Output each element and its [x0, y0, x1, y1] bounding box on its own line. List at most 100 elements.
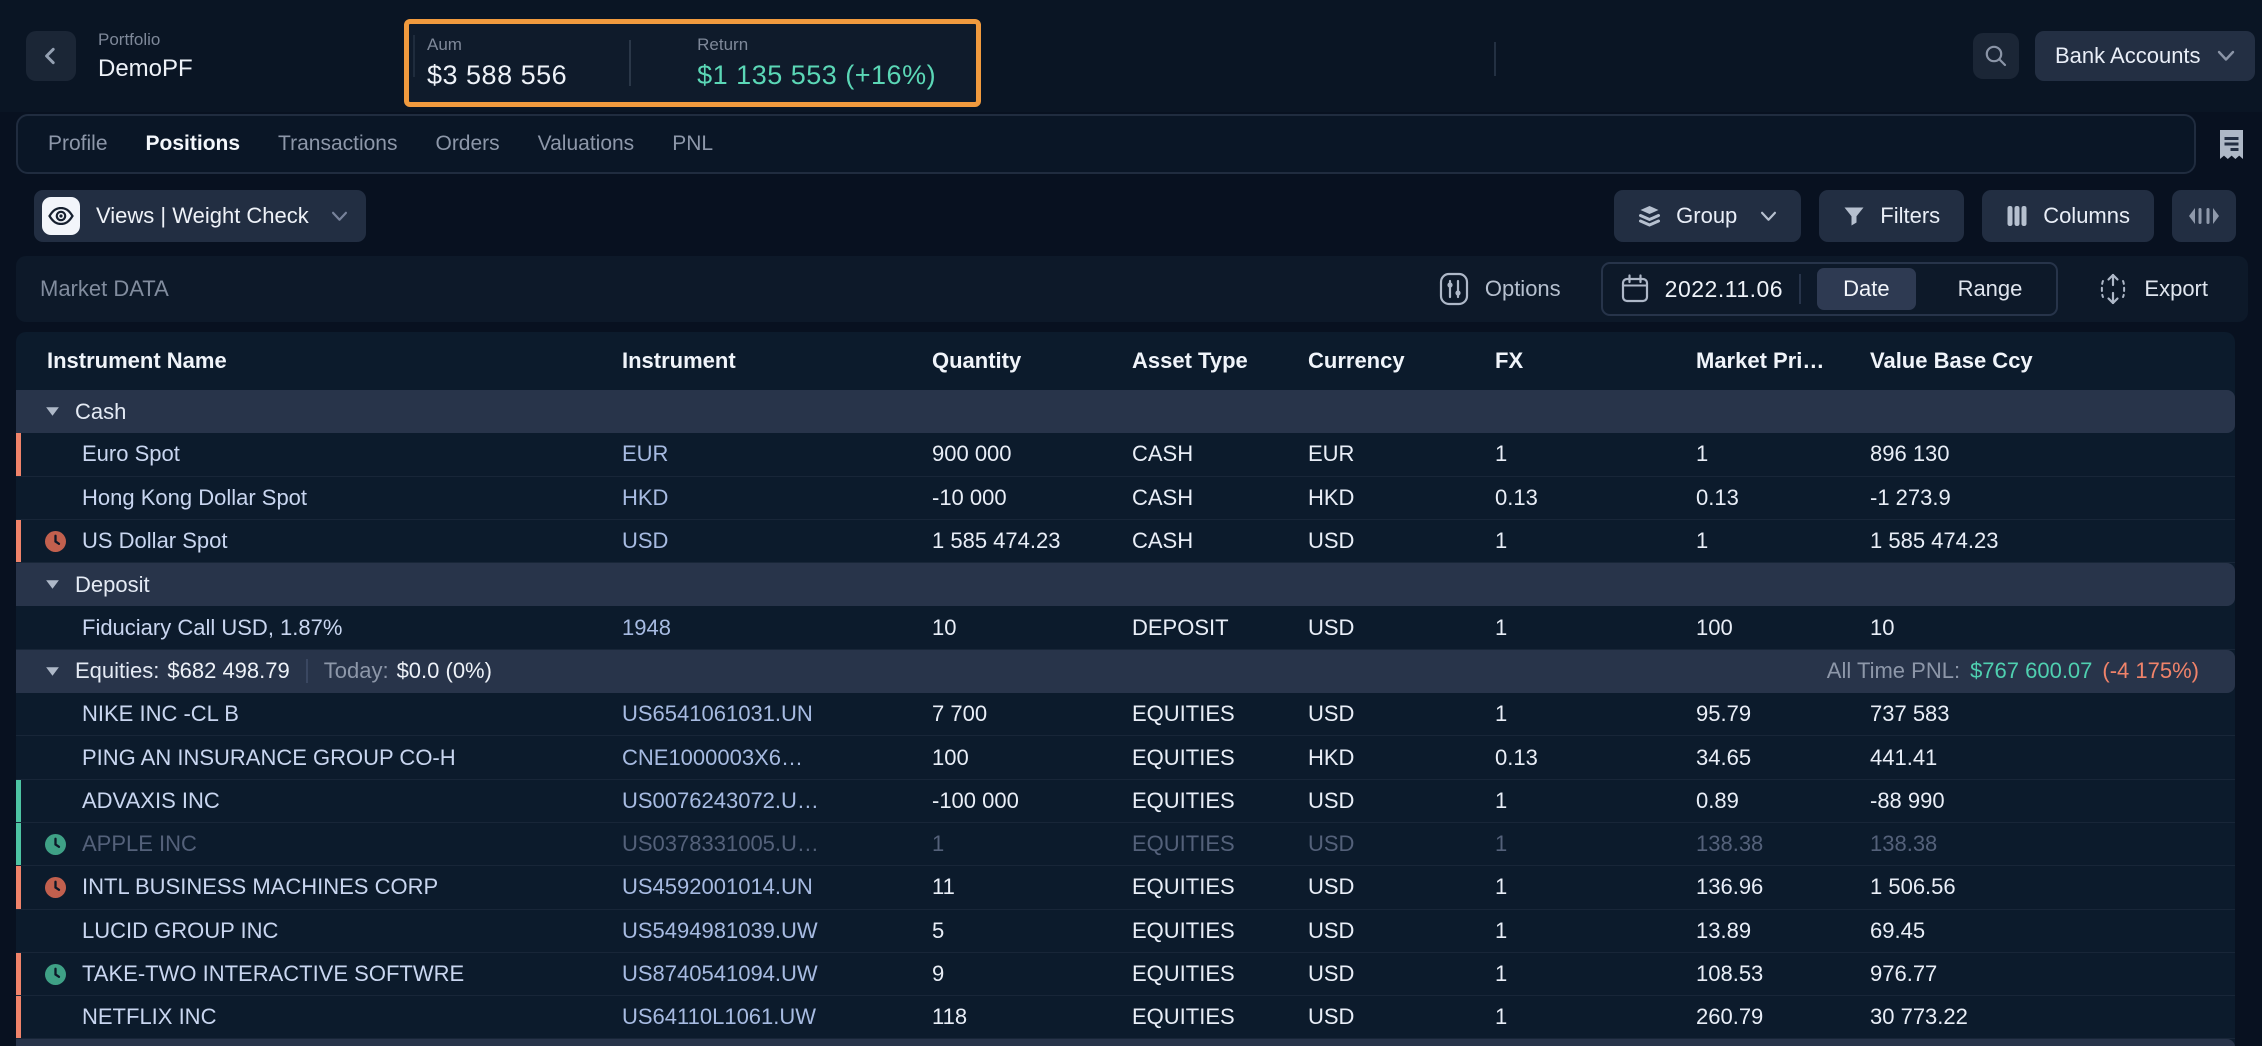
currency-cell: USD: [1308, 788, 1495, 814]
columns-button[interactable]: Columns: [1982, 190, 2154, 242]
row-accent-bar: [16, 520, 21, 562]
tab-positions[interactable]: Positions: [146, 132, 241, 156]
collapse-expand-icon: [2186, 205, 2222, 227]
fx-cell: 0.13: [1495, 745, 1696, 771]
date-toggle[interactable]: Date: [1817, 268, 1915, 310]
quantity-cell: -100 000: [932, 788, 1132, 814]
filters-button[interactable]: Filters: [1819, 190, 1964, 242]
fx-cell: 1: [1495, 788, 1696, 814]
asset-type-cell: EQUITIES: [1132, 874, 1308, 900]
instrument-name: US Dollar Spot: [82, 528, 228, 554]
calendar-icon: [1621, 274, 1649, 304]
table-row[interactable]: LUCID GROUP INCUS5494981039.UW5EQUITIESU…: [16, 910, 2235, 953]
portfolio-name: DemoPF: [98, 55, 193, 83]
options-button[interactable]: Options: [1433, 271, 1567, 307]
columns-icon: [2006, 205, 2028, 227]
bank-accounts-dropdown[interactable]: Bank Accounts: [2035, 31, 2255, 81]
range-toggle[interactable]: Range: [1932, 268, 2049, 310]
instrument-name: TAKE-TWO INTERACTIVE SOFTWRE: [82, 961, 464, 987]
fx-cell: 1: [1495, 874, 1696, 900]
column-header[interactable]: Market Pri…: [1696, 348, 1870, 374]
group-label: Equities:: [75, 658, 159, 684]
return-label: Return: [697, 35, 936, 55]
table-row[interactable]: NIKE INC -CL BUS6541061031.UN7 700EQUITI…: [16, 693, 2235, 736]
currency-cell: USD: [1308, 615, 1495, 641]
caret-down-icon[interactable]: [44, 405, 61, 418]
date-value[interactable]: 2022.11.06: [1665, 276, 1783, 303]
receipt-icon[interactable]: [2218, 129, 2245, 168]
asset-type-cell: EQUITIES: [1132, 701, 1308, 727]
column-header[interactable]: Asset Type: [1132, 348, 1308, 374]
table-row[interactable]: NETFLIX INCUS64110L1061.UW118EQUITIESUSD…: [16, 996, 2235, 1039]
views-dropdown[interactable]: Views | Weight Check: [34, 190, 366, 242]
asset-type-cell: EQUITIES: [1132, 788, 1308, 814]
pnl-percent: (-4 175%): [2102, 658, 2199, 684]
table-row[interactable]: Euro SpotEUR900 000CASHEUR11896 130: [16, 433, 2235, 476]
table-body: CashEuro SpotEUR900 000CASHEUR11896 130 H…: [16, 390, 2235, 1046]
instrument-name-cell: LUCID GROUP INC: [16, 910, 622, 952]
table-row[interactable]: ADVAXIS INCUS0076243072.U…-100 000EQUITI…: [16, 780, 2235, 823]
row-accent-bar: [16, 866, 21, 908]
back-button[interactable]: [26, 31, 76, 81]
market-price-cell: 1: [1696, 441, 1870, 467]
currency-cell: USD: [1308, 874, 1495, 900]
column-header[interactable]: Value Base Ccy: [1870, 348, 2235, 374]
asset-type-cell: CASH: [1132, 485, 1308, 511]
instrument-name: APPLE INC: [82, 831, 197, 857]
column-header[interactable]: Instrument: [622, 348, 932, 374]
table-row[interactable]: PING AN INSURANCE GROUP CO-HCNE1000003X6…: [16, 736, 2235, 779]
caret-down-icon[interactable]: [44, 665, 61, 678]
fx-cell: 1: [1495, 1004, 1696, 1030]
currency-cell: USD: [1308, 1004, 1495, 1030]
fx-cell: 1: [1495, 528, 1696, 554]
instrument-cell: US8740541094.UW: [622, 961, 932, 987]
market-data-toolbar: Market DATA Options 2022.11.06 Date Rang…: [16, 256, 2248, 322]
tab-pnl[interactable]: PNL: [672, 132, 713, 156]
aum-kpi: Aum $3 588 556: [409, 35, 567, 91]
table-row[interactable]: APPLE INCUS0378331005.U…1EQUITIESUSD1138…: [16, 823, 2235, 866]
instrument-name-cell: TAKE-TWO INTERACTIVE SOFTWRE: [16, 953, 622, 995]
group-row[interactable]: Deposit: [16, 563, 2235, 606]
group-button[interactable]: Group: [1614, 190, 1801, 242]
value-base-ccy-cell: -1 273.9: [1870, 485, 2235, 511]
instrument-cell: HKD: [622, 485, 932, 511]
column-header[interactable]: FX: [1495, 348, 1696, 374]
layers-icon: [1638, 205, 1661, 227]
clock-icon: [45, 834, 66, 855]
magnifier-icon: [1983, 43, 2009, 69]
group-label: Group: [1676, 203, 1737, 229]
group-row[interactable]: Cash: [16, 390, 2235, 433]
table-row[interactable]: INTL BUSINESS MACHINES CORPUS4592001014.…: [16, 866, 2235, 909]
clock-icon: [45, 531, 66, 552]
tab-valuations[interactable]: Valuations: [538, 132, 635, 156]
tab-transactions[interactable]: Transactions: [278, 132, 397, 156]
export-button[interactable]: Export: [2092, 272, 2214, 306]
instrument-name-cell: NETFLIX INC: [16, 996, 622, 1038]
asset-type-cell: EQUITIES: [1132, 961, 1308, 987]
table-row[interactable]: TAKE-TWO INTERACTIVE SOFTWRE US8740541094…: [16, 953, 2235, 996]
positions-table: Instrument NameInstrumentQuantityAsset T…: [16, 332, 2235, 1046]
table-row[interactable]: US Dollar SpotUSD1 585 474.23CASHUSD111 …: [16, 520, 2235, 563]
quantity-cell: 7 700: [932, 701, 1132, 727]
instrument-name: Hong Kong Dollar Spot: [82, 485, 307, 511]
quantity-cell: 11: [932, 874, 1132, 900]
pnl-label: All Time PNL:: [1827, 658, 1960, 684]
caret-down-icon[interactable]: [44, 578, 61, 591]
column-header[interactable]: Currency: [1308, 348, 1495, 374]
table-row[interactable]: Fiduciary Call USD, 1.87%194810DEPOSITUS…: [16, 606, 2235, 649]
column-header[interactable]: Instrument Name: [16, 348, 622, 374]
chevron-down-icon: [331, 211, 348, 222]
column-header[interactable]: Quantity: [932, 348, 1132, 374]
group-row[interactable]: Equities:$682 498.79Today:$0.0 (0%)All T…: [16, 650, 2235, 693]
group-row[interactable]: [16, 1039, 2235, 1046]
today-value: $0.0 (0%): [397, 658, 492, 684]
tab-profile[interactable]: Profile: [48, 132, 108, 156]
collapse-expand-button[interactable]: [2172, 190, 2236, 242]
chevron-down-icon: [2217, 50, 2235, 62]
table-row[interactable]: Hong Kong Dollar SpotHKD-10 000CASHHKD0.…: [16, 477, 2235, 520]
market-price-cell: 0.89: [1696, 788, 1870, 814]
search-button[interactable]: [1973, 33, 2019, 79]
tab-orders[interactable]: Orders: [435, 132, 499, 156]
instrument-name: LUCID GROUP INC: [82, 918, 278, 944]
table-header-row: Instrument NameInstrumentQuantityAsset T…: [16, 332, 2235, 390]
